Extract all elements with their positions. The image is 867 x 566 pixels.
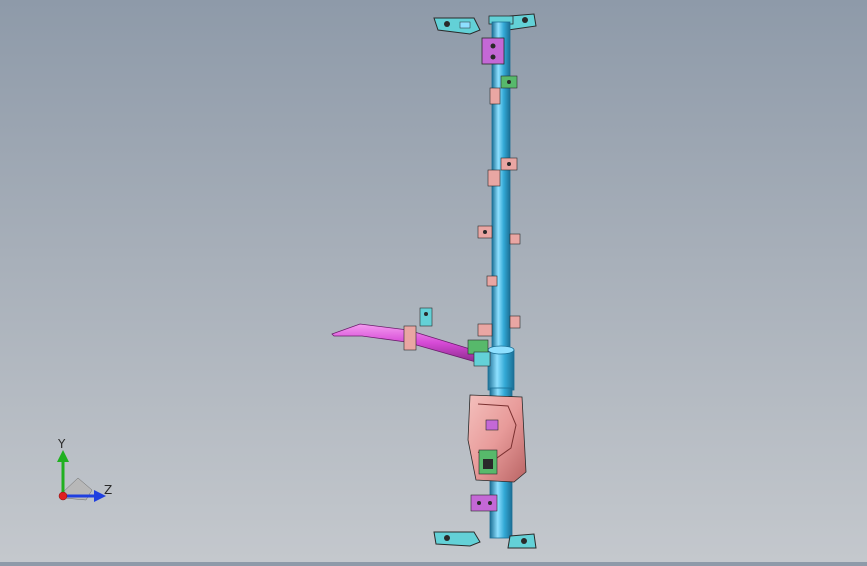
bottom-right-mount[interactable]	[507, 533, 537, 549]
bracket-2[interactable]	[489, 87, 501, 105]
steering-column[interactable]	[331, 307, 491, 367]
x-axis-marker	[58, 491, 68, 501]
bracket-6[interactable]	[486, 275, 498, 287]
bracket-1[interactable]	[500, 75, 518, 89]
bracket-3[interactable]	[500, 157, 518, 171]
y-axis-label: Y	[57, 438, 66, 451]
bottom-bracket[interactable]	[470, 494, 498, 512]
bottom-left-mount[interactable]	[433, 531, 481, 547]
upper-bracket[interactable]	[481, 37, 505, 65]
cad-viewport[interactable]	[0, 0, 867, 562]
z-axis-label: Z	[104, 483, 112, 497]
bracket-4[interactable]	[487, 169, 501, 187]
model-canvas[interactable]	[0, 0, 867, 562]
center-module[interactable]	[467, 394, 527, 483]
coordinate-triad: Y Z	[48, 437, 118, 508]
top-left-mount[interactable]	[433, 17, 481, 35]
